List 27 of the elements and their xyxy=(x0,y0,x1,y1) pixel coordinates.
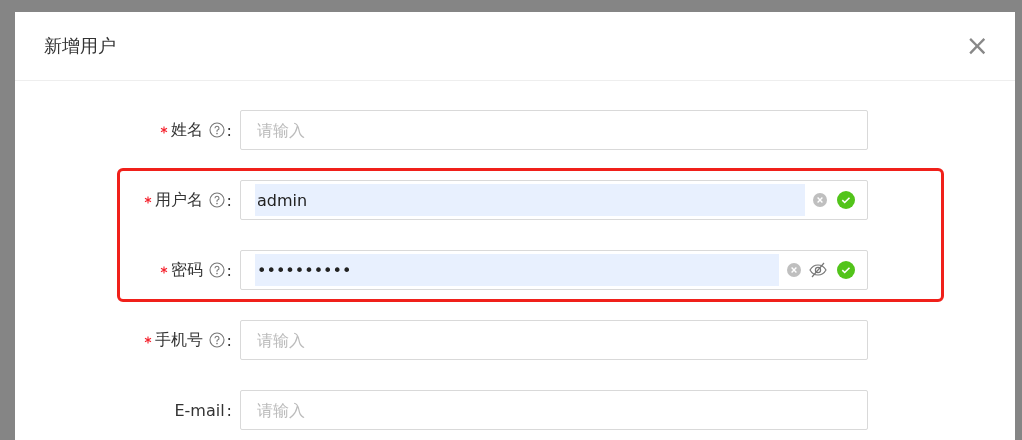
label-colon: : xyxy=(226,400,232,420)
help-icon[interactable] xyxy=(208,262,225,278)
field-label: E-mail xyxy=(174,400,225,420)
field-label: 用户名 xyxy=(154,189,203,211)
input-field[interactable]: 请输入 xyxy=(240,390,868,430)
help-icon[interactable] xyxy=(208,122,225,138)
text-input[interactable]: admin xyxy=(255,184,805,216)
label-colon: : xyxy=(226,330,232,350)
label-colon: : xyxy=(226,120,232,140)
eye-slash-icon[interactable] xyxy=(809,262,827,278)
text-input[interactable]: •••••••••• xyxy=(255,254,779,286)
close-button[interactable]: × xyxy=(965,32,989,60)
label-colon: : xyxy=(226,190,232,210)
input-field[interactable]: •••••••••• xyxy=(240,250,868,290)
field-label: 手机号 xyxy=(154,329,203,351)
field-label: 密码 xyxy=(170,259,203,281)
text-input[interactable]: 请输入 xyxy=(255,114,855,146)
dialog-title: 新增用户 xyxy=(44,34,116,58)
field-label: 姓名 xyxy=(170,119,203,141)
help-icon[interactable] xyxy=(208,332,225,348)
input-field[interactable]: 请输入 xyxy=(240,110,868,150)
help-icon[interactable] xyxy=(208,192,225,208)
input-field[interactable]: admin xyxy=(240,180,868,220)
input-field[interactable]: 请输入 xyxy=(240,320,868,360)
text-input[interactable]: 请输入 xyxy=(255,394,855,426)
label-colon: : xyxy=(226,260,232,280)
text-input[interactable]: 请输入 xyxy=(255,324,855,356)
